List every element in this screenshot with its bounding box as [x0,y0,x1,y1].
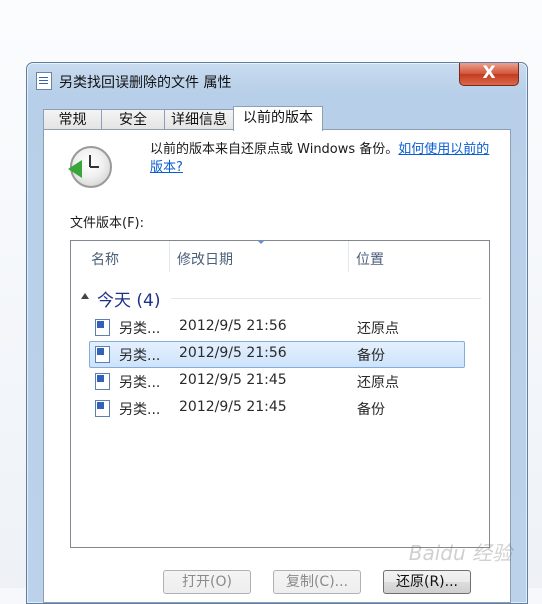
item-date: 2012/9/5 21:56 [179,318,287,334]
tab-security[interactable]: 安全 [101,109,165,130]
item-location: 还原点 [357,321,399,337]
word-document-icon [95,319,110,336]
item-date: 2012/9/5 21:45 [179,372,287,388]
window-title: 另类找回误删除的文件 属性 [59,75,232,91]
column-header-location[interactable]: 位置 [356,249,384,269]
word-document-icon [95,346,110,363]
intro-text: 以前的版本来自还原点或 Windows 备份。 [150,142,399,157]
list-item[interactable]: 另类... 2012/9/5 21:45 还原点 [90,369,464,394]
list-header: 名称 修改日期 位置 [71,240,489,272]
item-name: 另类... [119,375,161,391]
intro-text-block: 以前的版本来自还原点或 Windows 备份。如何使用以前的版本? [150,141,502,177]
close-button[interactable]: X [459,63,519,86]
column-divider[interactable] [169,241,170,272]
word-document-icon [95,373,110,390]
item-location: 备份 [357,348,385,364]
title-bar[interactable]: 另类找回误删除的文件 属性 X [27,63,527,97]
item-date: 2012/9/5 21:45 [179,399,287,415]
tab-general[interactable]: 常规 [43,109,102,130]
file-versions-list[interactable]: 名称 修改日期 位置 今天 (4) 另类... 2012/9/5 21:56 还… [70,240,490,548]
watermark: Baidu 经验 [408,541,512,565]
tab-previous-versions[interactable]: 以前的版本 [233,106,323,131]
sort-indicator-icon [257,240,265,244]
restore-arrow-icon [68,160,82,178]
item-location: 备份 [357,402,385,418]
column-header-name[interactable]: 名称 [91,249,119,269]
list-item[interactable]: 另类... 2012/9/5 21:45 备份 [90,396,464,421]
item-name: 另类... [119,402,161,418]
item-location: 还原点 [357,375,399,391]
open-button[interactable]: 打开(O) [163,570,251,594]
copy-button[interactable]: 复制(C)... [273,570,361,594]
list-item-selected[interactable]: 另类... 2012/9/5 21:56 备份 [89,341,465,368]
document-icon [36,72,52,90]
restore-clock-icon [68,146,112,188]
file-versions-label: 文件版本(F): [70,216,145,231]
group-header-today[interactable]: 今天 (4) [97,286,160,311]
dialog-client-area: 常规 安全 详细信息 以前的版本 以前的版本来自还原点或 Windows 备份。… [33,96,519,603]
word-document-icon [95,400,110,417]
column-divider[interactable] [348,241,349,272]
restore-button[interactable]: 还原(R)... [383,570,471,594]
group-divider [171,298,481,299]
previous-versions-panel: 以前的版本来自还原点或 Windows 备份。如何使用以前的版本? 文件版本(F… [43,129,511,603]
collapse-triangle-icon[interactable] [81,293,89,299]
tab-details[interactable]: 详细信息 [164,109,234,130]
item-date: 2012/9/5 21:56 [179,345,287,361]
item-name: 另类... [119,348,161,364]
list-item[interactable]: 另类... 2012/9/5 21:56 还原点 [90,315,464,340]
item-name: 另类... [119,321,161,337]
column-header-date[interactable]: 修改日期 [177,249,233,269]
properties-window: 另类找回误删除的文件 属性 X 常规 安全 详细信息 以前的版本 以前的版本来自… [26,62,528,604]
